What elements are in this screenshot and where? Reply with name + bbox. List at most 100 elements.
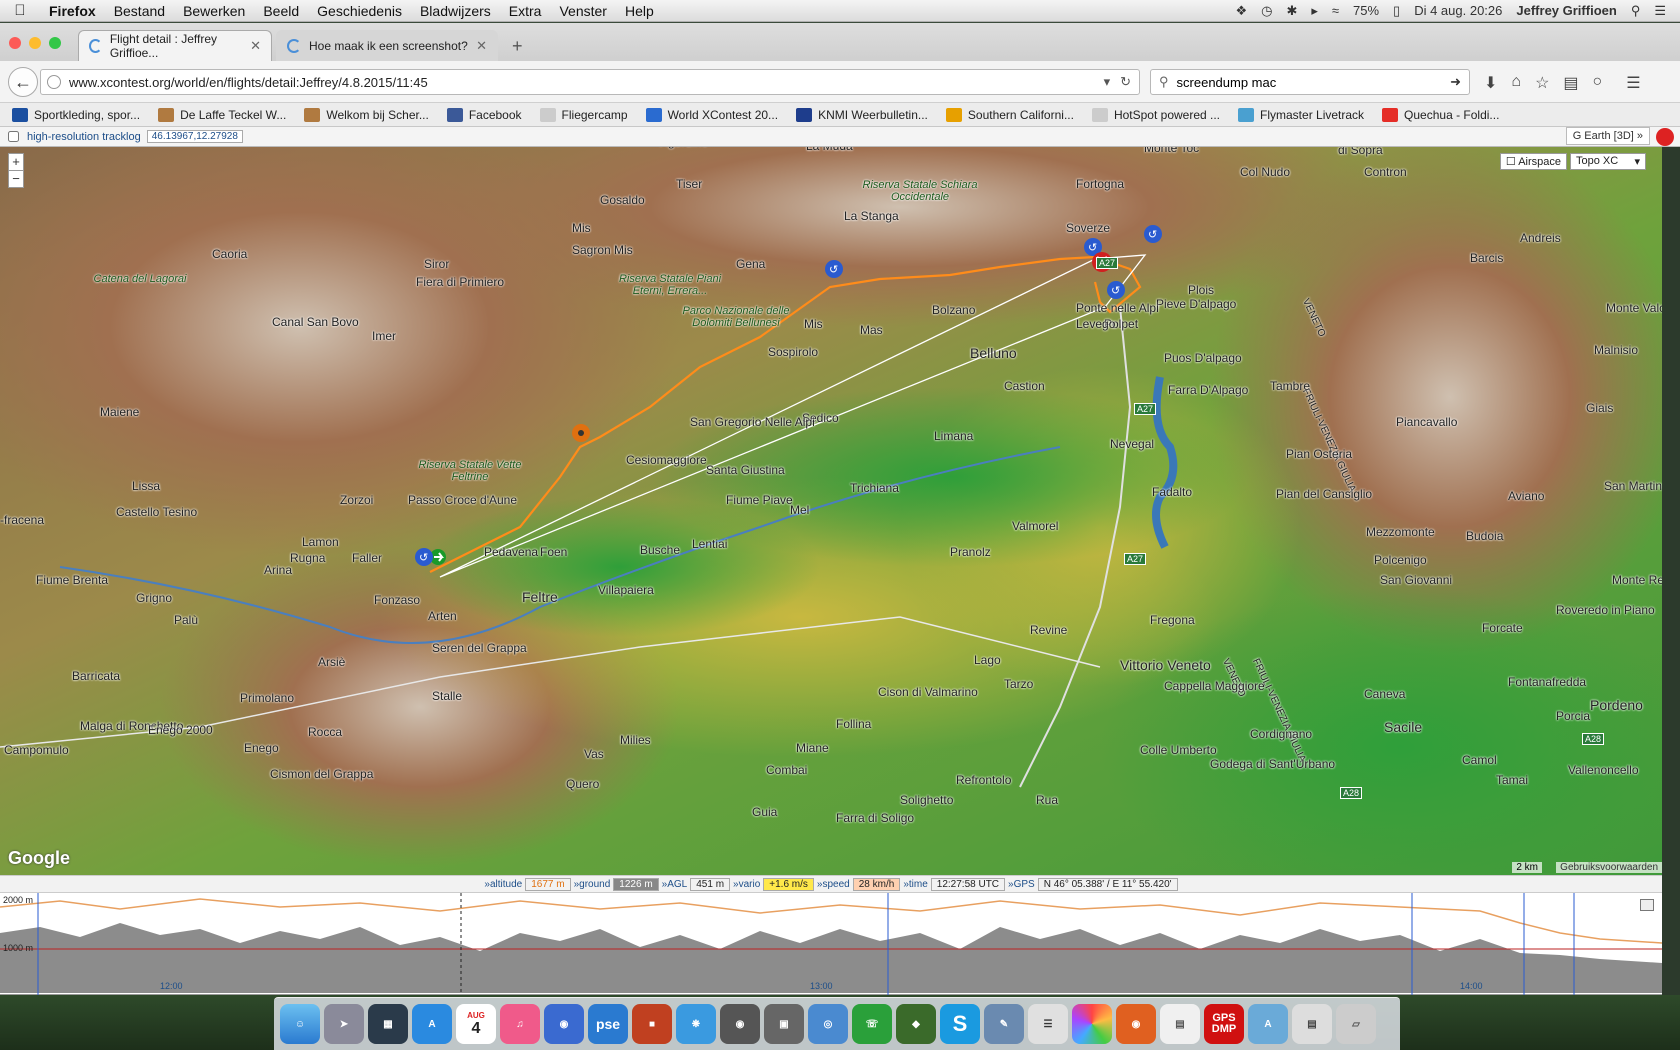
search-text[interactable]: screendump mac [1177, 75, 1277, 90]
time-machine-icon[interactable]: ◷ [1261, 3, 1272, 19]
position-marker[interactable] [572, 424, 590, 442]
url-bar[interactable]: www.xcontest.org/world/en/flights/detail… [40, 69, 1140, 95]
zoom-out-button[interactable]: − [9, 170, 23, 187]
bookmark-item[interactable]: Quechua - Foldi... [1382, 107, 1499, 122]
calibration-icon[interactable]: ☰ [1028, 1004, 1068, 1044]
site-identity-icon[interactable] [47, 75, 61, 89]
bookmark-item[interactable]: Facebook [446, 107, 522, 122]
turnpoint-marker[interactable]: ↺ [415, 548, 433, 566]
user-name[interactable]: Jeffrey Griffioen [1516, 3, 1616, 18]
menu-venster[interactable]: Venster [550, 3, 615, 19]
trash-icon[interactable]: ▱ [1336, 1004, 1376, 1044]
bookmark-item[interactable]: Sportkleding, spor... [12, 107, 140, 122]
spotlight-icon[interactable]: ⚲ [1631, 3, 1641, 19]
calendar-icon[interactable]: AUG 4 [456, 1004, 496, 1044]
zoom-in-button[interactable]: + [9, 154, 23, 170]
map-view[interactable]: ↺ ↺ ↺ ↺ ↺ + − ☐ Airspace Topo XC ▾ Googl… [0, 147, 1662, 875]
finder-icon[interactable]: ☺ [280, 1004, 320, 1044]
bookmark-item[interactable]: World XContest 20... [645, 107, 778, 122]
network-icon[interactable]: ◎ [808, 1004, 848, 1044]
menu-bestand[interactable]: Bestand [105, 3, 174, 19]
app-store-icon[interactable]: A [412, 1004, 452, 1044]
downloads-icon[interactable]: ⬇ [1484, 73, 1497, 93]
new-tab-button[interactable]: + [512, 36, 523, 57]
minimize-window-button[interactable] [29, 37, 41, 49]
turnpoint-marker[interactable]: ↺ [1144, 225, 1162, 243]
bookmark-item[interactable]: Flymaster Livetrack [1238, 107, 1364, 122]
bluetooth-icon[interactable]: ✱ [1286, 3, 1297, 19]
menu-app[interactable]: Firefox [40, 3, 105, 19]
tab-screenshot[interactable]: Hoe maak ik een screenshot? ✕ [276, 30, 498, 61]
ground-label[interactable]: »ground [574, 879, 611, 890]
launchpad-icon[interactable]: ➤ [324, 1004, 364, 1044]
itunes-icon[interactable]: ♫ [500, 1004, 540, 1044]
back-button[interactable]: ← [8, 67, 38, 97]
search-map-icon[interactable] [1656, 128, 1674, 146]
bookmark-item[interactable]: De Laffe Teckel W... [158, 107, 286, 122]
menu-help[interactable]: Help [616, 3, 663, 19]
bookmark-item[interactable]: KNMI Weerbulletin... [796, 107, 928, 122]
home-icon[interactable]: ⌂ [1511, 73, 1521, 93]
bookmark-item[interactable]: Welkom bij Scher... [304, 107, 429, 122]
vario-label[interactable]: »vario [733, 879, 760, 890]
tab-flight-detail[interactable]: Flight detail : Jeffrey Griffioe... ✕ [78, 30, 272, 61]
reload-icon[interactable]: ↻ [1120, 74, 1131, 90]
gps-label[interactable]: »GPS [1008, 879, 1035, 890]
reading-list-icon[interactable]: ▤ [1563, 73, 1578, 93]
notification-center-icon[interactable]: ☰ [1654, 3, 1666, 19]
mission-control-icon[interactable]: ▦ [368, 1004, 408, 1044]
altitude-profile[interactable]: 2000 m 1000 m 12:00 13:00 14:00 [0, 893, 1663, 995]
bookmark-item[interactable]: Fliegercamp [539, 107, 628, 122]
time-label[interactable]: »time [903, 879, 927, 890]
photos-icon[interactable] [1072, 1004, 1112, 1044]
chat-icon[interactable]: ○ [1593, 73, 1603, 93]
search-bar[interactable]: ⚲ screendump mac ➜ [1150, 69, 1470, 95]
menu-bewerken[interactable]: Bewerken [174, 3, 254, 19]
turnpoint-marker[interactable]: ↺ [825, 260, 843, 278]
high-resolution-label[interactable]: high-resolution tracklog [27, 131, 141, 143]
menu-geschiedenis[interactable]: Geschiedenis [308, 3, 411, 19]
hamburger-menu-icon[interactable]: ☰ [1626, 73, 1640, 93]
url-dropdown-icon[interactable]: ▾ [1104, 74, 1111, 90]
safari-icon[interactable]: ❋ [676, 1004, 716, 1044]
textedit-icon[interactable]: ▤ [1160, 1004, 1200, 1044]
firefox-icon[interactable]: ◉ [1116, 1004, 1156, 1044]
google-earth-button[interactable]: G Earth [3D] » [1565, 127, 1650, 145]
battery-percent[interactable]: 75% [1353, 3, 1379, 18]
menu-bladwijzers[interactable]: Bladwijzers [411, 3, 500, 19]
wifi-icon[interactable]: ≈ [1332, 3, 1339, 18]
terrain-map[interactable]: ↺ ↺ ↺ ↺ ↺ [0, 147, 1662, 875]
bookmark-star-icon[interactable]: ☆ [1535, 73, 1549, 93]
terms-link[interactable]: Gebruiksvoorwaarden [1556, 862, 1662, 873]
documents-stack-icon[interactable]: ▤ [1292, 1004, 1332, 1044]
dropbox-icon[interactable]: ❖ [1235, 3, 1247, 19]
games-icon[interactable]: ◆ [896, 1004, 936, 1044]
photo-booth-icon[interactable]: ■ [632, 1004, 672, 1044]
turnpoint-marker[interactable]: ↺ [1107, 281, 1125, 299]
skype-icon[interactable]: S [940, 1004, 980, 1044]
close-tab-icon[interactable]: ✕ [476, 38, 487, 54]
high-resolution-checkbox[interactable] [8, 131, 19, 142]
agl-label[interactable]: »AGL [662, 879, 688, 890]
export-image-icon[interactable] [1640, 899, 1654, 911]
battery-icon[interactable]: ▯ [1393, 3, 1400, 19]
close-tab-icon[interactable]: ✕ [250, 38, 261, 54]
altitude-label[interactable]: »altitude [484, 879, 522, 890]
search-go-icon[interactable]: ➜ [1450, 74, 1461, 90]
bookmark-item[interactable]: HotSpot powered ... [1091, 107, 1220, 122]
volume-icon[interactable]: ▸ [1311, 3, 1318, 19]
image-capture-icon[interactable]: ▣ [764, 1004, 804, 1044]
applications-folder-icon[interactable]: A [1248, 1004, 1288, 1044]
facetime-icon[interactable]: ☏ [852, 1004, 892, 1044]
airspace-toggle[interactable]: ☐ Airspace [1499, 153, 1567, 170]
zoom-window-button[interactable] [49, 37, 61, 49]
close-window-button[interactable] [9, 37, 21, 49]
photoshop-elements-icon[interactable]: pse [588, 1004, 628, 1044]
menu-beeld[interactable]: Beeld [254, 3, 308, 19]
bookmark-item[interactable]: Southern Californi... [945, 107, 1074, 122]
google-earth-icon[interactable]: ◉ [544, 1004, 584, 1044]
apple-menu-icon[interactable]:  [0, 2, 40, 19]
speed-label[interactable]: »speed [817, 879, 850, 890]
map-layer-select[interactable]: Topo XC ▾ [1570, 153, 1646, 170]
dvd-player-icon[interactable]: ◉ [720, 1004, 760, 1044]
